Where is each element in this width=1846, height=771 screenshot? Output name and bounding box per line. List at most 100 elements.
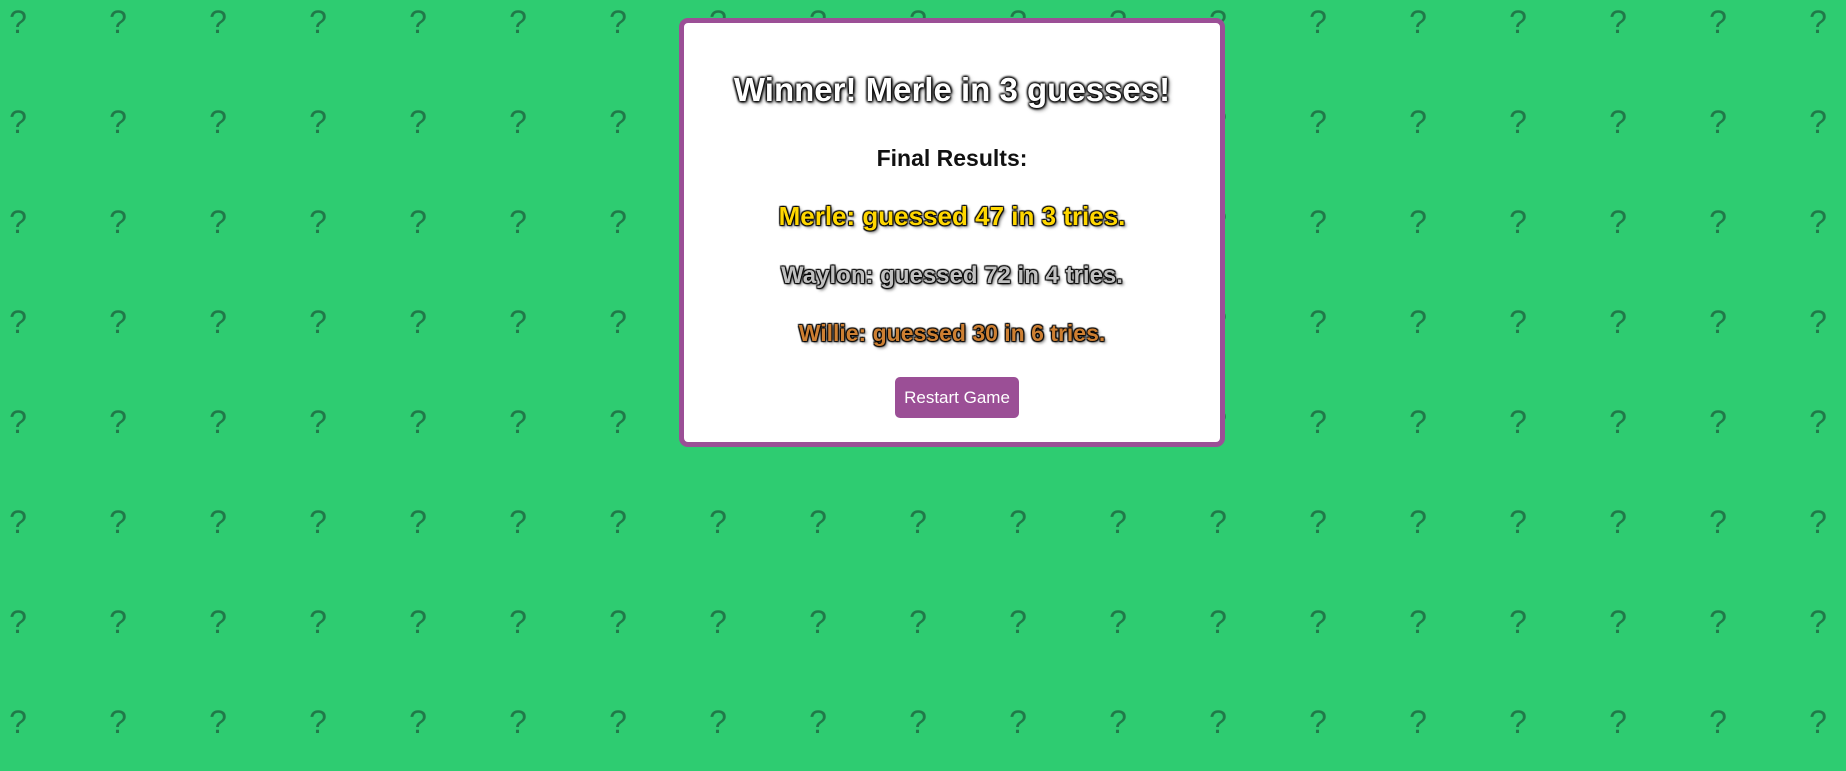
result-third-place: Willie: guessed 30 in 6 tries. bbox=[798, 320, 1106, 346]
question-mark-icon: ? bbox=[409, 304, 427, 340]
question-mark-icon: ? bbox=[609, 104, 627, 140]
question-mark-icon: ? bbox=[1709, 504, 1727, 540]
question-mark-icon: ? bbox=[809, 704, 827, 740]
question-mark-icon: ? bbox=[1409, 304, 1427, 340]
question-mark-icon: ? bbox=[909, 504, 927, 540]
result-first-place: Merle: guessed 47 in 3 tries. bbox=[778, 201, 1126, 231]
question-mark-icon: ? bbox=[1709, 104, 1727, 140]
question-mark-icon: ? bbox=[1809, 504, 1827, 540]
question-mark-icon: ? bbox=[1009, 604, 1027, 640]
question-mark-icon: ? bbox=[609, 4, 627, 40]
question-mark-icon: ? bbox=[9, 4, 27, 40]
question-mark-icon: ? bbox=[1509, 4, 1527, 40]
question-mark-icon: ? bbox=[509, 604, 527, 640]
question-mark-icon: ? bbox=[1609, 504, 1627, 540]
question-mark-icon: ? bbox=[609, 504, 627, 540]
question-mark-icon: ? bbox=[209, 4, 227, 40]
question-mark-icon: ? bbox=[609, 704, 627, 740]
question-mark-icon: ? bbox=[409, 404, 427, 440]
question-mark-icon: ? bbox=[509, 504, 527, 540]
question-mark-icon: ? bbox=[1609, 704, 1627, 740]
question-mark-icon: ? bbox=[1509, 204, 1527, 240]
question-mark-icon: ? bbox=[1209, 504, 1227, 540]
question-mark-icon: ? bbox=[309, 104, 327, 140]
question-mark-icon: ? bbox=[1609, 204, 1627, 240]
question-mark-icon: ? bbox=[1009, 504, 1027, 540]
question-mark-icon: ? bbox=[1509, 604, 1527, 640]
result-second-place: Waylon: guessed 72 in 4 tries. bbox=[781, 262, 1123, 289]
question-mark-icon: ? bbox=[509, 704, 527, 740]
question-mark-icon: ? bbox=[309, 404, 327, 440]
question-mark-icon: ? bbox=[1109, 704, 1127, 740]
question-mark-icon: ? bbox=[109, 304, 127, 340]
question-mark-icon: ? bbox=[1309, 604, 1327, 640]
question-mark-icon: ? bbox=[1509, 104, 1527, 140]
question-mark-icon: ? bbox=[509, 104, 527, 140]
question-mark-icon: ? bbox=[209, 104, 227, 140]
question-mark-icon: ? bbox=[9, 604, 27, 640]
question-mark-icon: ? bbox=[1309, 504, 1327, 540]
question-mark-icon: ? bbox=[1209, 604, 1227, 640]
question-mark-icon: ? bbox=[509, 404, 527, 440]
question-mark-icon: ? bbox=[209, 504, 227, 540]
question-mark-icon: ? bbox=[1609, 404, 1627, 440]
question-mark-icon: ? bbox=[909, 604, 927, 640]
question-mark-icon: ? bbox=[1809, 704, 1827, 740]
question-mark-icon: ? bbox=[909, 704, 927, 740]
question-mark-icon: ? bbox=[1409, 204, 1427, 240]
question-mark-icon: ? bbox=[509, 204, 527, 240]
question-mark-icon: ? bbox=[1409, 604, 1427, 640]
question-mark-icon: ? bbox=[109, 204, 127, 240]
question-mark-icon: ? bbox=[409, 604, 427, 640]
winner-title: Winner! Merle in 3 guesses! bbox=[733, 71, 1171, 108]
question-mark-icon: ? bbox=[109, 4, 127, 40]
question-mark-icon: ? bbox=[1309, 204, 1327, 240]
question-mark-icon: ? bbox=[1409, 104, 1427, 140]
question-mark-icon: ? bbox=[1309, 4, 1327, 40]
question-mark-icon: ? bbox=[309, 204, 327, 240]
question-mark-icon: ? bbox=[409, 704, 427, 740]
question-mark-icon: ? bbox=[1709, 604, 1727, 640]
question-mark-icon: ? bbox=[9, 704, 27, 740]
question-mark-icon: ? bbox=[509, 4, 527, 40]
question-mark-icon: ? bbox=[109, 104, 127, 140]
question-mark-icon: ? bbox=[609, 404, 627, 440]
restart-game-button[interactable]: Restart Game bbox=[895, 377, 1019, 418]
question-mark-icon: ? bbox=[609, 304, 627, 340]
question-mark-icon: ? bbox=[1409, 504, 1427, 540]
question-mark-icon: ? bbox=[1509, 304, 1527, 340]
question-mark-icon: ? bbox=[109, 504, 127, 540]
question-mark-icon: ? bbox=[1509, 504, 1527, 540]
question-mark-icon: ? bbox=[1309, 304, 1327, 340]
question-mark-icon: ? bbox=[409, 4, 427, 40]
question-mark-icon: ? bbox=[109, 604, 127, 640]
question-mark-icon: ? bbox=[1809, 4, 1827, 40]
question-mark-icon: ? bbox=[409, 104, 427, 140]
question-mark-icon: ? bbox=[609, 204, 627, 240]
question-mark-icon: ? bbox=[209, 604, 227, 640]
question-mark-icon: ? bbox=[1309, 104, 1327, 140]
question-mark-icon: ? bbox=[1609, 304, 1627, 340]
question-mark-icon: ? bbox=[9, 504, 27, 540]
question-mark-icon: ? bbox=[209, 304, 227, 340]
question-mark-icon: ? bbox=[1409, 404, 1427, 440]
question-mark-icon: ? bbox=[409, 204, 427, 240]
question-mark-icon: ? bbox=[9, 304, 27, 340]
question-mark-icon: ? bbox=[1409, 704, 1427, 740]
question-mark-icon: ? bbox=[1709, 704, 1727, 740]
question-mark-icon: ? bbox=[109, 704, 127, 740]
question-mark-icon: ? bbox=[709, 504, 727, 540]
question-mark-icon: ? bbox=[1309, 404, 1327, 440]
question-mark-icon: ? bbox=[9, 104, 27, 140]
question-mark-icon: ? bbox=[1009, 704, 1027, 740]
question-mark-icon: ? bbox=[1709, 204, 1727, 240]
question-mark-icon: ? bbox=[309, 4, 327, 40]
question-mark-icon: ? bbox=[1109, 504, 1127, 540]
question-mark-icon: ? bbox=[9, 404, 27, 440]
question-mark-icon: ? bbox=[1809, 404, 1827, 440]
question-mark-icon: ? bbox=[1809, 104, 1827, 140]
question-mark-icon: ? bbox=[1809, 304, 1827, 340]
question-mark-icon: ? bbox=[1209, 704, 1227, 740]
question-mark-icon: ? bbox=[309, 504, 327, 540]
question-mark-icon: ? bbox=[809, 604, 827, 640]
